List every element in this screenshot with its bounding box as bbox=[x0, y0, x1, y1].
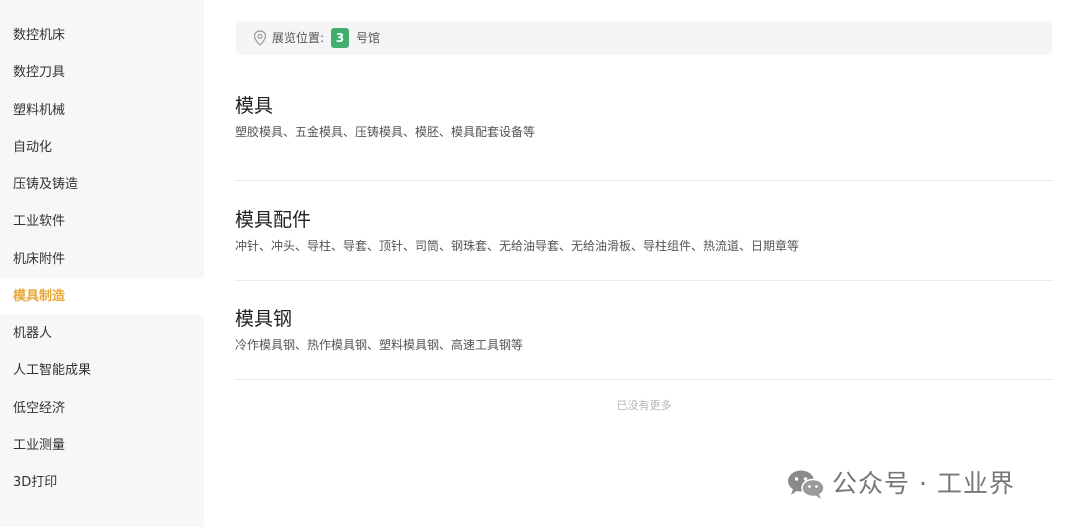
sidebar-item-low-altitude[interactable]: 低空经济 bbox=[0, 390, 204, 427]
category-mold: 模具 塑胶模具、五金模具、压铸模具、模胚、模具配套设备等 bbox=[235, 91, 1053, 151]
category-title: 模具 bbox=[235, 95, 274, 117]
location-pin-icon bbox=[253, 30, 267, 46]
sidebar-item-cnc-tools[interactable]: 数控刀具 bbox=[0, 54, 204, 91]
sidebar-item-robot[interactable]: 机器人 bbox=[0, 315, 204, 352]
hall-suffix: 号馆 bbox=[356, 31, 381, 45]
category-description: 塑胶模具、五金模具、压铸模具、模胚、模具配套设备等 bbox=[235, 125, 536, 139]
sidebar-item-ai[interactable]: 人工智能成果 bbox=[0, 352, 204, 389]
location-label: 展览位置: bbox=[272, 31, 325, 45]
watermark-text: 公众号 · 工业界 bbox=[832, 469, 1015, 498]
sidebar-item-die-casting[interactable]: 压铸及铸造 bbox=[0, 166, 204, 203]
sidebar-item-automation[interactable]: 自动化 bbox=[0, 129, 204, 166]
divider bbox=[235, 180, 1053, 181]
category-title: 模具钢 bbox=[235, 308, 293, 330]
location-bar: 展览位置: 3 号馆 bbox=[236, 21, 1052, 55]
sidebar-item-cnc-machine[interactable]: 数控机床 bbox=[0, 17, 204, 54]
watermark: 公众号 · 工业界 bbox=[786, 464, 1056, 504]
sidebar-item-mold-making[interactable]: 模具制造 bbox=[0, 278, 204, 315]
app: 数控机床 数控刀具 塑料机械 自动化 压铸及铸造 工业软件 机床附件 模具制造 … bbox=[0, 0, 1080, 527]
sidebar: 数控机床 数控刀具 塑料机械 自动化 压铸及铸造 工业软件 机床附件 模具制造 … bbox=[0, 0, 204, 527]
divider bbox=[235, 280, 1053, 281]
sidebar-item-industrial-software[interactable]: 工业软件 bbox=[0, 203, 204, 240]
hall-number-badge: 3 bbox=[331, 28, 349, 48]
category-title: 模具配件 bbox=[235, 209, 312, 231]
sidebar-item-plastic-machinery[interactable]: 塑料机械 bbox=[0, 92, 204, 129]
sidebar-item-machine-accessories[interactable]: 机床附件 bbox=[0, 241, 204, 278]
divider bbox=[235, 379, 1053, 380]
sidebar-item-3d-printing[interactable]: 3D打印 bbox=[0, 464, 204, 501]
category-description: 冲针、冲头、导柱、导套、顶针、司筒、钢珠套、无给油导套、无给油滑板、导柱组件、热… bbox=[235, 239, 800, 253]
category-description: 冷作模具钢、热作模具钢、塑料模具钢、高速工具钢等 bbox=[235, 338, 524, 352]
sidebar-item-measurement[interactable]: 工业测量 bbox=[0, 427, 204, 464]
category-mold-steel: 模具钢 冷作模具钢、热作模具钢、塑料模具钢、高速工具钢等 bbox=[235, 304, 1053, 364]
no-more-text: 已没有更多 bbox=[616, 399, 672, 412]
category-mold-parts: 模具配件 冲针、冲头、导柱、导套、顶针、司筒、钢珠套、无给油导套、无给油滑板、导… bbox=[235, 205, 1053, 265]
wechat-icon bbox=[788, 470, 825, 499]
